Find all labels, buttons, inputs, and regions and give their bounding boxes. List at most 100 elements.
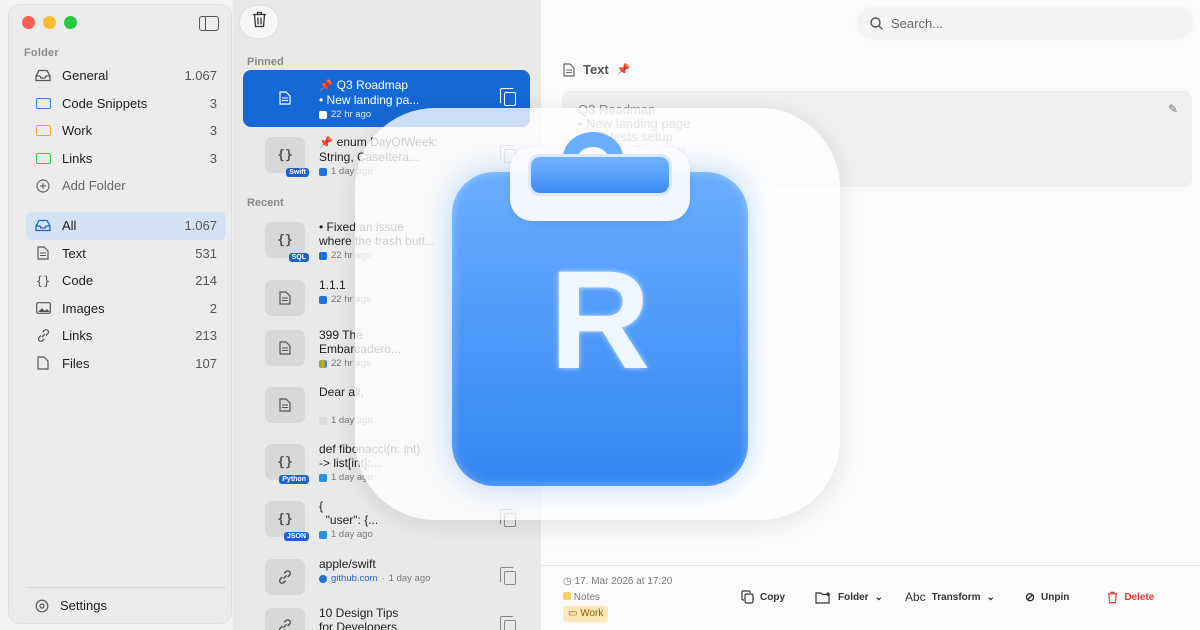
sidebar-item-work[interactable]: Work 3: [26, 117, 226, 145]
chevron-down-icon: ⌄: [986, 591, 995, 603]
unpin-button[interactable]: ⊘ Unpin: [1025, 590, 1069, 604]
copy-icon: [741, 590, 754, 604]
sidebar-toggle-icon[interactable]: [199, 16, 219, 31]
folder-icon: [35, 124, 51, 138]
search-icon: [870, 16, 883, 30]
image-icon: [35, 301, 51, 315]
folder-icon: ▭: [568, 608, 578, 619]
folder-tag-label: Work: [580, 608, 604, 619]
detail-footer: ◷ 17. Mar 2026 at 17:20 Notes ▭ Work Cop…: [541, 565, 1200, 630]
trash-icon: [252, 11, 267, 33]
sidebar-item-label: Add Folder: [62, 178, 126, 194]
language-badge: SQL: [288, 253, 309, 262]
detail-type-label: Text: [583, 62, 609, 77]
copy-icon[interactable]: [500, 88, 516, 106]
sidebar-item-text[interactable]: Text 531: [26, 240, 226, 268]
code-braces-icon: {}: [35, 273, 51, 288]
tray-icon: [35, 219, 51, 233]
folder-icon: [35, 96, 51, 110]
add-folder-button[interactable]: Add Folder: [26, 172, 226, 200]
folder-menu-button[interactable]: Folder ⌄: [815, 591, 883, 604]
sidebar-item-links-folder[interactable]: Links 3: [26, 145, 226, 173]
clock-icon: ◷: [563, 576, 572, 587]
pinned-section-label: Pinned: [247, 56, 284, 68]
sidebar-item-count: 3: [209, 123, 217, 139]
copy-icon[interactable]: [500, 616, 516, 630]
sidebar-item-label: Work: [62, 123, 93, 139]
close-window-button[interactable]: [22, 16, 35, 29]
list-item-time: 1 day ago: [331, 529, 373, 540]
clipboard-clip-bar: [528, 154, 672, 196]
list-item-time: 22 hr ago: [331, 109, 372, 120]
zoom-window-button[interactable]: [64, 16, 77, 29]
detail-header: Text 📌: [563, 62, 630, 77]
sidebar-item-label: Images: [62, 300, 105, 316]
trash-icon: [1107, 591, 1118, 604]
window-controls: [22, 16, 77, 29]
pin-icon: 📌: [319, 80, 333, 92]
sidebar-item-label: Files: [62, 355, 90, 371]
code-icon: {} SQL: [265, 222, 309, 262]
xcode-app-icon: [319, 168, 327, 176]
link-icon: [265, 559, 305, 595]
sidebar-item-count: 1.067: [184, 218, 217, 234]
unpin-icon: ⊘: [1024, 590, 1035, 604]
document-icon: [265, 387, 305, 423]
sidebar-item-images[interactable]: Images 2: [26, 295, 226, 323]
document-icon: [265, 330, 305, 366]
sidebar-item-all[interactable]: All 1.067: [26, 212, 226, 240]
search-field[interactable]: Search...: [858, 8, 1192, 38]
clear-history-button[interactable]: [240, 6, 278, 38]
copy-button[interactable]: Copy: [741, 590, 785, 604]
list-item-title: 10 Design Tips: [319, 606, 399, 620]
gear-icon: [35, 599, 49, 613]
list-item-text: apple/swift github.com · 1 day ago: [319, 557, 459, 586]
recent-section-label: Recent: [247, 197, 284, 209]
sidebar-item-label: All: [62, 218, 77, 234]
sidebar-item-count: 2: [209, 300, 217, 316]
search-placeholder: Search...: [891, 15, 944, 31]
maps-app-icon: [319, 360, 327, 368]
document-icon: [563, 62, 575, 77]
file-icon: [35, 356, 51, 370]
safari-app-icon: [319, 575, 327, 583]
settings-button[interactable]: Settings: [26, 587, 226, 623]
sidebar-item-general[interactable]: General 1.067: [26, 62, 226, 90]
document-icon: [265, 280, 305, 316]
chevron-down-icon: ⌄: [874, 591, 883, 603]
delete-label: Delete: [1124, 591, 1155, 603]
sidebar-item-label: Links: [62, 328, 93, 344]
list-item-text: 10 Design Tips for Developers: [319, 606, 459, 630]
sidebar-item-files[interactable]: Files 107: [26, 350, 226, 378]
source-app: Notes: [573, 592, 600, 603]
code-icon: {} Swift: [265, 137, 309, 177]
sidebar-item-label: Text: [62, 245, 86, 261]
notes-app-icon: [563, 592, 571, 600]
settings-label: Settings: [60, 598, 107, 613]
clip-timestamp: 17. Mar 2026 at 17:20: [574, 576, 673, 587]
sidebar-item-count: 213: [195, 328, 217, 344]
list-item[interactable]: 10 Design Tips for Developers: [243, 598, 530, 630]
code-icon: {} JSON: [265, 501, 309, 541]
sidebar-item-count: 3: [209, 95, 217, 111]
link-domain: github.com: [331, 573, 378, 584]
copy-icon[interactable]: [500, 567, 516, 585]
sidebar-item-code[interactable]: {} Code 214: [26, 267, 226, 295]
action-bar: Copy Folder ⌄ Abc Transform ⌄ ⊘ Unpin De…: [741, 590, 1154, 604]
vscode-app-icon: [319, 531, 327, 539]
pencil-icon[interactable]: ✎: [1168, 102, 1178, 117]
list-item-title: Q3 Roadmap: [336, 78, 409, 92]
transform-menu-button[interactable]: Abc Transform ⌄: [905, 590, 995, 604]
sidebar-item-code-snippets[interactable]: Code Snippets 3: [26, 90, 226, 118]
vscode-app-icon: [319, 474, 327, 482]
folder-tag[interactable]: ▭ Work: [563, 606, 609, 622]
logo-letter: R: [549, 241, 651, 398]
plus-circle-icon: [35, 179, 51, 193]
notes-app-icon: [319, 111, 327, 119]
link-icon: [35, 329, 51, 343]
delete-button[interactable]: Delete: [1107, 591, 1154, 604]
list-item-preview: • New landing pa...: [319, 93, 420, 107]
sidebar-item-links[interactable]: Links 213: [26, 322, 226, 350]
folder-list: General 1.067 Code Snippets 3 Work 3 Lin…: [26, 62, 226, 200]
minimize-window-button[interactable]: [43, 16, 56, 29]
